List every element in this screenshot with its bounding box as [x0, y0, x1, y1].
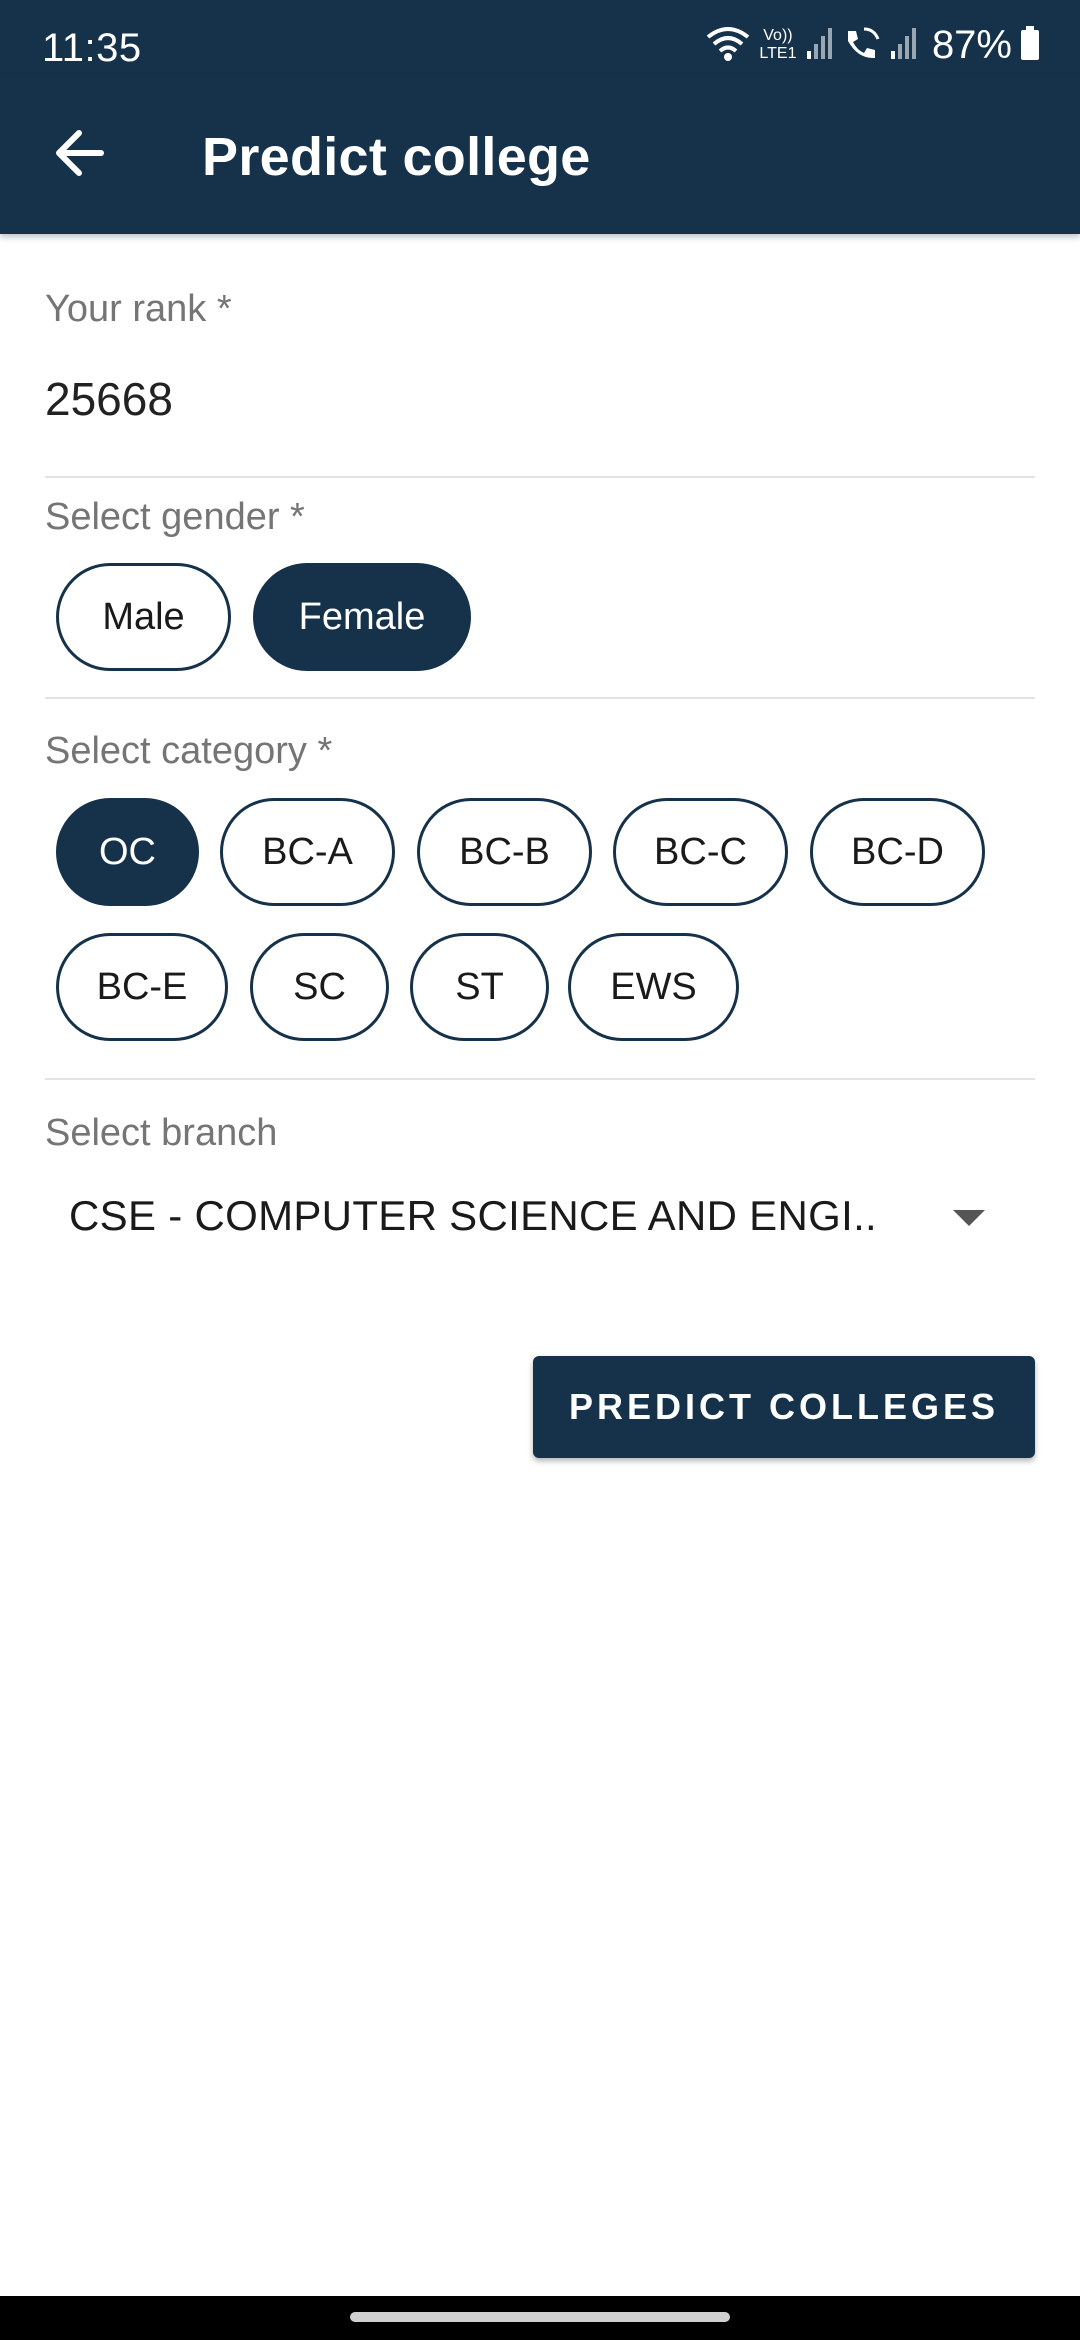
back-button[interactable]: [38, 114, 120, 196]
app-bar: Predict college: [0, 76, 1080, 234]
category-chip-bc-a[interactable]: BC-A: [220, 798, 395, 906]
divider: [45, 476, 1035, 478]
signal-icon: [806, 25, 834, 66]
system-nav-bar: [0, 2296, 1080, 2340]
status-icons: Vo)) LTE1 87%: [706, 22, 1040, 68]
divider: [45, 697, 1035, 699]
category-chip-bc-e[interactable]: BC-E: [56, 933, 228, 1041]
rank-label: Your rank *: [45, 288, 232, 330]
rank-input[interactable]: 25668: [45, 372, 173, 426]
battery-icon: [1020, 25, 1040, 66]
lte-label: Vo)) LTE1: [759, 27, 797, 62]
home-indicator[interactable]: [350, 2312, 730, 2322]
predict-colleges-button[interactable]: PREDICT COLLEGES: [533, 1356, 1035, 1458]
category-label: Select category *: [45, 730, 333, 772]
wifi-calling-icon: [842, 25, 882, 66]
status-bar: 11:35 Vo)) LTE1 87%: [0, 0, 1080, 76]
signal-icon-2: [890, 25, 918, 66]
page-title: Predict college: [202, 127, 591, 187]
category-chip-bc-d[interactable]: BC-D: [810, 798, 985, 906]
branch-label: Select branch: [45, 1112, 278, 1154]
branch-selected-value: CSE - COMPUTER SCIENCE AND ENGI..: [69, 1192, 878, 1239]
branch-dropdown[interactable]: CSE - COMPUTER SCIENCE AND ENGI..: [45, 1154, 1035, 1254]
category-chip-bc-c[interactable]: BC-C: [613, 798, 788, 906]
category-chip-ews[interactable]: EWS: [568, 933, 739, 1041]
category-chip-sc[interactable]: SC: [250, 933, 389, 1041]
battery-percent: 87%: [931, 22, 1012, 67]
triangle-down-icon: [953, 1210, 985, 1226]
category-chip-bc-b[interactable]: BC-B: [417, 798, 592, 906]
wifi-icon: [706, 23, 750, 68]
gender-chip-male[interactable]: Male: [56, 563, 231, 671]
category-chip-st[interactable]: ST: [410, 933, 549, 1041]
category-chip-oc[interactable]: OC: [56, 798, 199, 906]
status-time: 11:35: [42, 26, 142, 70]
gender-label: Select gender *: [45, 496, 305, 538]
arrow-back-icon: [53, 129, 105, 182]
divider: [45, 1078, 1035, 1080]
gender-chip-female[interactable]: Female: [253, 563, 471, 671]
